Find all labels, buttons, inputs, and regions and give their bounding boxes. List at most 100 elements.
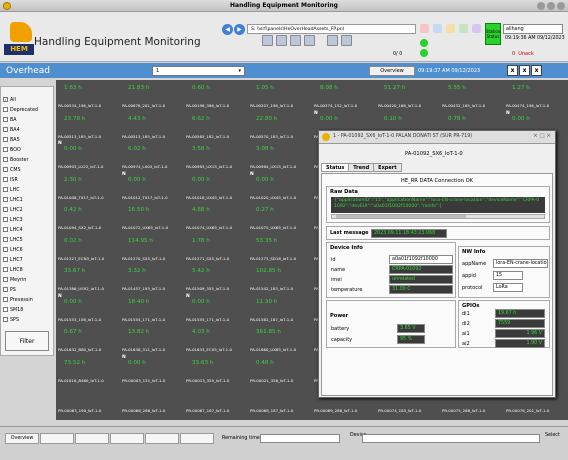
asset-tile[interactable]: N 0.00 h PA-01555_171_IoT-1-0 xyxy=(184,294,248,328)
filter-item-sps[interactable]: SPS xyxy=(3,317,19,323)
station-status-indicator[interactable]: Station Status xyxy=(485,23,501,45)
asset-tile[interactable]: 3.32 h PA-01457_193_IoT-1-0 xyxy=(120,263,184,297)
asset-tile[interactable]: 4.68 h PA-01074_UX65_IoT-1-0 xyxy=(184,202,248,236)
asset-tile[interactable]: 5.42 h PA-01509_355_IoT-1-0 xyxy=(184,263,248,297)
tab-expert[interactable]: Expert xyxy=(373,163,402,172)
asset-tile[interactable]: PR-00067_167_IoT-1-0 xyxy=(184,385,248,419)
asset-tile[interactable]: N 0.00 h PA-01012_TX17_IoT-1-0 xyxy=(120,172,184,206)
asset-tile[interactable]: 0.27 h PA-01075_UX65_IoT-1-0 xyxy=(248,202,312,236)
asset-tile[interactable]: 361.85 h PA-01660_UX85_IoT-1-0 xyxy=(248,324,312,358)
filter-checkbox[interactable] xyxy=(3,277,8,282)
filter-checkbox[interactable] xyxy=(3,217,8,222)
filter-checkbox[interactable] xyxy=(3,207,8,212)
monitor-icon[interactable] xyxy=(341,35,352,46)
group-selector[interactable]: 1 ▾ xyxy=(152,66,245,76)
panel-path-field[interactable]: S: \\srf\panels\HeOverHeadAssets_FP.pnl xyxy=(247,24,416,34)
asset-tile[interactable]: 0.60 h PA-00198_386_IoT-1-0 xyxy=(184,80,248,114)
filter-item-lhc5[interactable]: LHC5 xyxy=(3,237,23,243)
filter-checkbox[interactable] xyxy=(3,197,8,202)
filter-item-lhc4[interactable]: LHC4 xyxy=(3,227,23,233)
asset-tile[interactable]: 2.30 h PA-01008_TX17_IoT-1-0 xyxy=(56,172,120,206)
asset-tile[interactable]: N 0.00 h PA-00903_LU22_IoT-1-0 xyxy=(56,141,120,175)
filter-checkbox[interactable] xyxy=(3,117,8,122)
asset-tile[interactable]: N 0.00 h PA-01553_156_IoT-1-0 xyxy=(56,294,120,328)
asset-tile[interactable]: 23.78 h PA-00513_185_IoT-1-0 xyxy=(56,111,120,145)
asset-tile[interactable]: 0.00 h PA-01016_UX45_IoT-1-0 xyxy=(184,172,248,206)
arrow-up-icon[interactable] xyxy=(420,39,428,47)
asset-tile[interactable]: 11.30 h PA-01582_187_IoT-1-0 xyxy=(248,294,312,328)
filter-item-lhc1[interactable]: LHC1 xyxy=(3,197,23,203)
filter-checkbox[interactable] xyxy=(3,237,8,242)
maximize-icon[interactable] xyxy=(547,2,555,10)
filter-item-lhc[interactable]: LHC xyxy=(3,187,20,193)
asset-tile[interactable]: 1.05 h PA-00207_198_IoT-1-0 xyxy=(248,80,312,114)
filter-item-lhc8[interactable]: LHC8 xyxy=(3,267,23,273)
filter-checkbox[interactable]: ✓ xyxy=(3,97,8,102)
asset-tile[interactable]: 1.78 h PA-01271_SX5_IoT-1-0 xyxy=(184,233,248,267)
filter-item-prevessin[interactable]: Prevessin xyxy=(3,297,33,303)
filter-checkbox[interactable] xyxy=(3,247,8,252)
asset-tile[interactable]: PR-00066_266_IoT-1-0 xyxy=(120,385,184,419)
forward-icon[interactable]: ▶ xyxy=(234,24,245,35)
select-button[interactable]: Select xyxy=(545,433,560,438)
filter-checkbox[interactable] xyxy=(3,227,8,232)
asset-tile[interactable]: 8.08 h PA-00374_152_IoT-1-0 xyxy=(312,80,376,114)
user-field[interactable]: alihang xyxy=(503,24,563,34)
filter-checkbox[interactable] xyxy=(3,137,8,142)
filter-button[interactable]: Filter xyxy=(5,331,49,351)
asset-tile[interactable]: 13.82 h PA-01636_311_IoT-1-0 xyxy=(120,324,184,358)
filter-item-isr[interactable]: ISR xyxy=(3,177,18,183)
filter-checkbox[interactable] xyxy=(3,107,8,112)
asset-tile[interactable]: 4.03 h PA-01633_ECX5_IoT-1-0 xyxy=(184,324,248,358)
config-icon[interactable] xyxy=(290,35,301,46)
asset-tile[interactable]: PR-00068_187_IoT-1-0 xyxy=(248,385,312,419)
filter-item-booster[interactable]: Booster xyxy=(3,157,28,163)
filter-item-deprecated[interactable]: Deprecated xyxy=(3,107,38,113)
filter-checkbox[interactable] xyxy=(3,187,8,192)
bottom-button-3[interactable] xyxy=(75,433,109,444)
asset-tile[interactable]: 0.67 h PA-01632_B80_IoT-1-0 xyxy=(56,324,120,358)
filter-item-cms[interactable]: CMS xyxy=(3,167,21,173)
filter-checkbox[interactable] xyxy=(3,317,8,322)
view-icon[interactable] xyxy=(262,35,273,46)
asset-tile[interactable]: 4.43 h PA-00513_185_IoT-1-0 xyxy=(120,111,184,145)
asset-tile[interactable]: 3.08 h PA-00984_UX15_IoT-1-0 xyxy=(248,141,312,175)
close-view-button-2[interactable]: x xyxy=(519,65,530,76)
device-icon[interactable] xyxy=(327,35,338,46)
asset-tile[interactable]: 1.63 h PA-00534_196_IoT-1-0 xyxy=(56,80,120,114)
asset-tile[interactable]: 53.35 h PA-01273_SD18_IoT-1-0 xyxy=(248,233,312,267)
asset-tile[interactable]: 0.02 h PA-01227_ECN3_IoT-1-0 xyxy=(56,233,120,267)
filter-checkbox[interactable] xyxy=(3,307,8,312)
asset-tile[interactable]: 33.63 h PR-00013_355_IoT-1-0 xyxy=(184,355,248,389)
filter-item-all[interactable]: ✓ All xyxy=(3,97,16,103)
filter-item-lhc7[interactable]: LHC7 xyxy=(3,257,23,263)
filter-item-sm18[interactable]: SM18 xyxy=(3,307,23,313)
filter-checkbox[interactable] xyxy=(3,267,8,272)
back-icon[interactable]: ◀ xyxy=(222,24,233,35)
print-icon[interactable] xyxy=(472,24,481,33)
filter-checkbox[interactable] xyxy=(3,127,8,132)
asset-tile[interactable]: N 0.00 h PA-01020_UX45_IoT-1-0 xyxy=(248,172,312,206)
bottom-button-2[interactable] xyxy=(40,433,74,444)
filter-checkbox[interactable] xyxy=(3,157,8,162)
asset-tile[interactable]: 33.67 h PA-01386_US92_IoT-1-0 xyxy=(56,263,120,297)
asset-tile[interactable]: 114.95 h PA-01270_SX5_IoT-1-0 xyxy=(120,233,184,267)
raw-data-scrollbar[interactable] xyxy=(331,214,545,219)
asset-tile[interactable]: 16.50 h PA-01072_UX65_IoT-1-0 xyxy=(120,202,184,236)
filter-item-boo[interactable]: BOO xyxy=(3,147,21,153)
filter-checkbox[interactable] xyxy=(3,297,8,302)
asset-tile[interactable]: 51.27 h PA-00420_166_IoT-1-0 xyxy=(376,80,440,114)
chart-icon[interactable] xyxy=(459,24,468,33)
alarm-summary[interactable]: 0 Unack xyxy=(512,51,534,57)
filter-checkbox[interactable] xyxy=(3,167,8,172)
filter-item-ba5[interactable]: BA5 xyxy=(3,137,20,143)
asset-tile[interactable]: 22.80 h PA-00570_183_IoT-1-0 xyxy=(248,111,312,145)
asset-tile[interactable]: 73.52 h PA-01816_B460_IoT-1-0 xyxy=(56,355,120,389)
close-view-button-1[interactable]: x xyxy=(507,65,518,76)
filter-checkbox[interactable] xyxy=(3,257,8,262)
asset-tile[interactable]: 3.58 h PA-00983_UX15_IoT-1-0 xyxy=(184,141,248,175)
arrow-down-icon[interactable] xyxy=(420,49,428,57)
layout-icon[interactable] xyxy=(276,35,287,46)
asset-tile[interactable]: 0.48 h PR-00021_356_IoT-1-0 xyxy=(248,355,312,389)
close-icon[interactable] xyxy=(557,2,565,10)
